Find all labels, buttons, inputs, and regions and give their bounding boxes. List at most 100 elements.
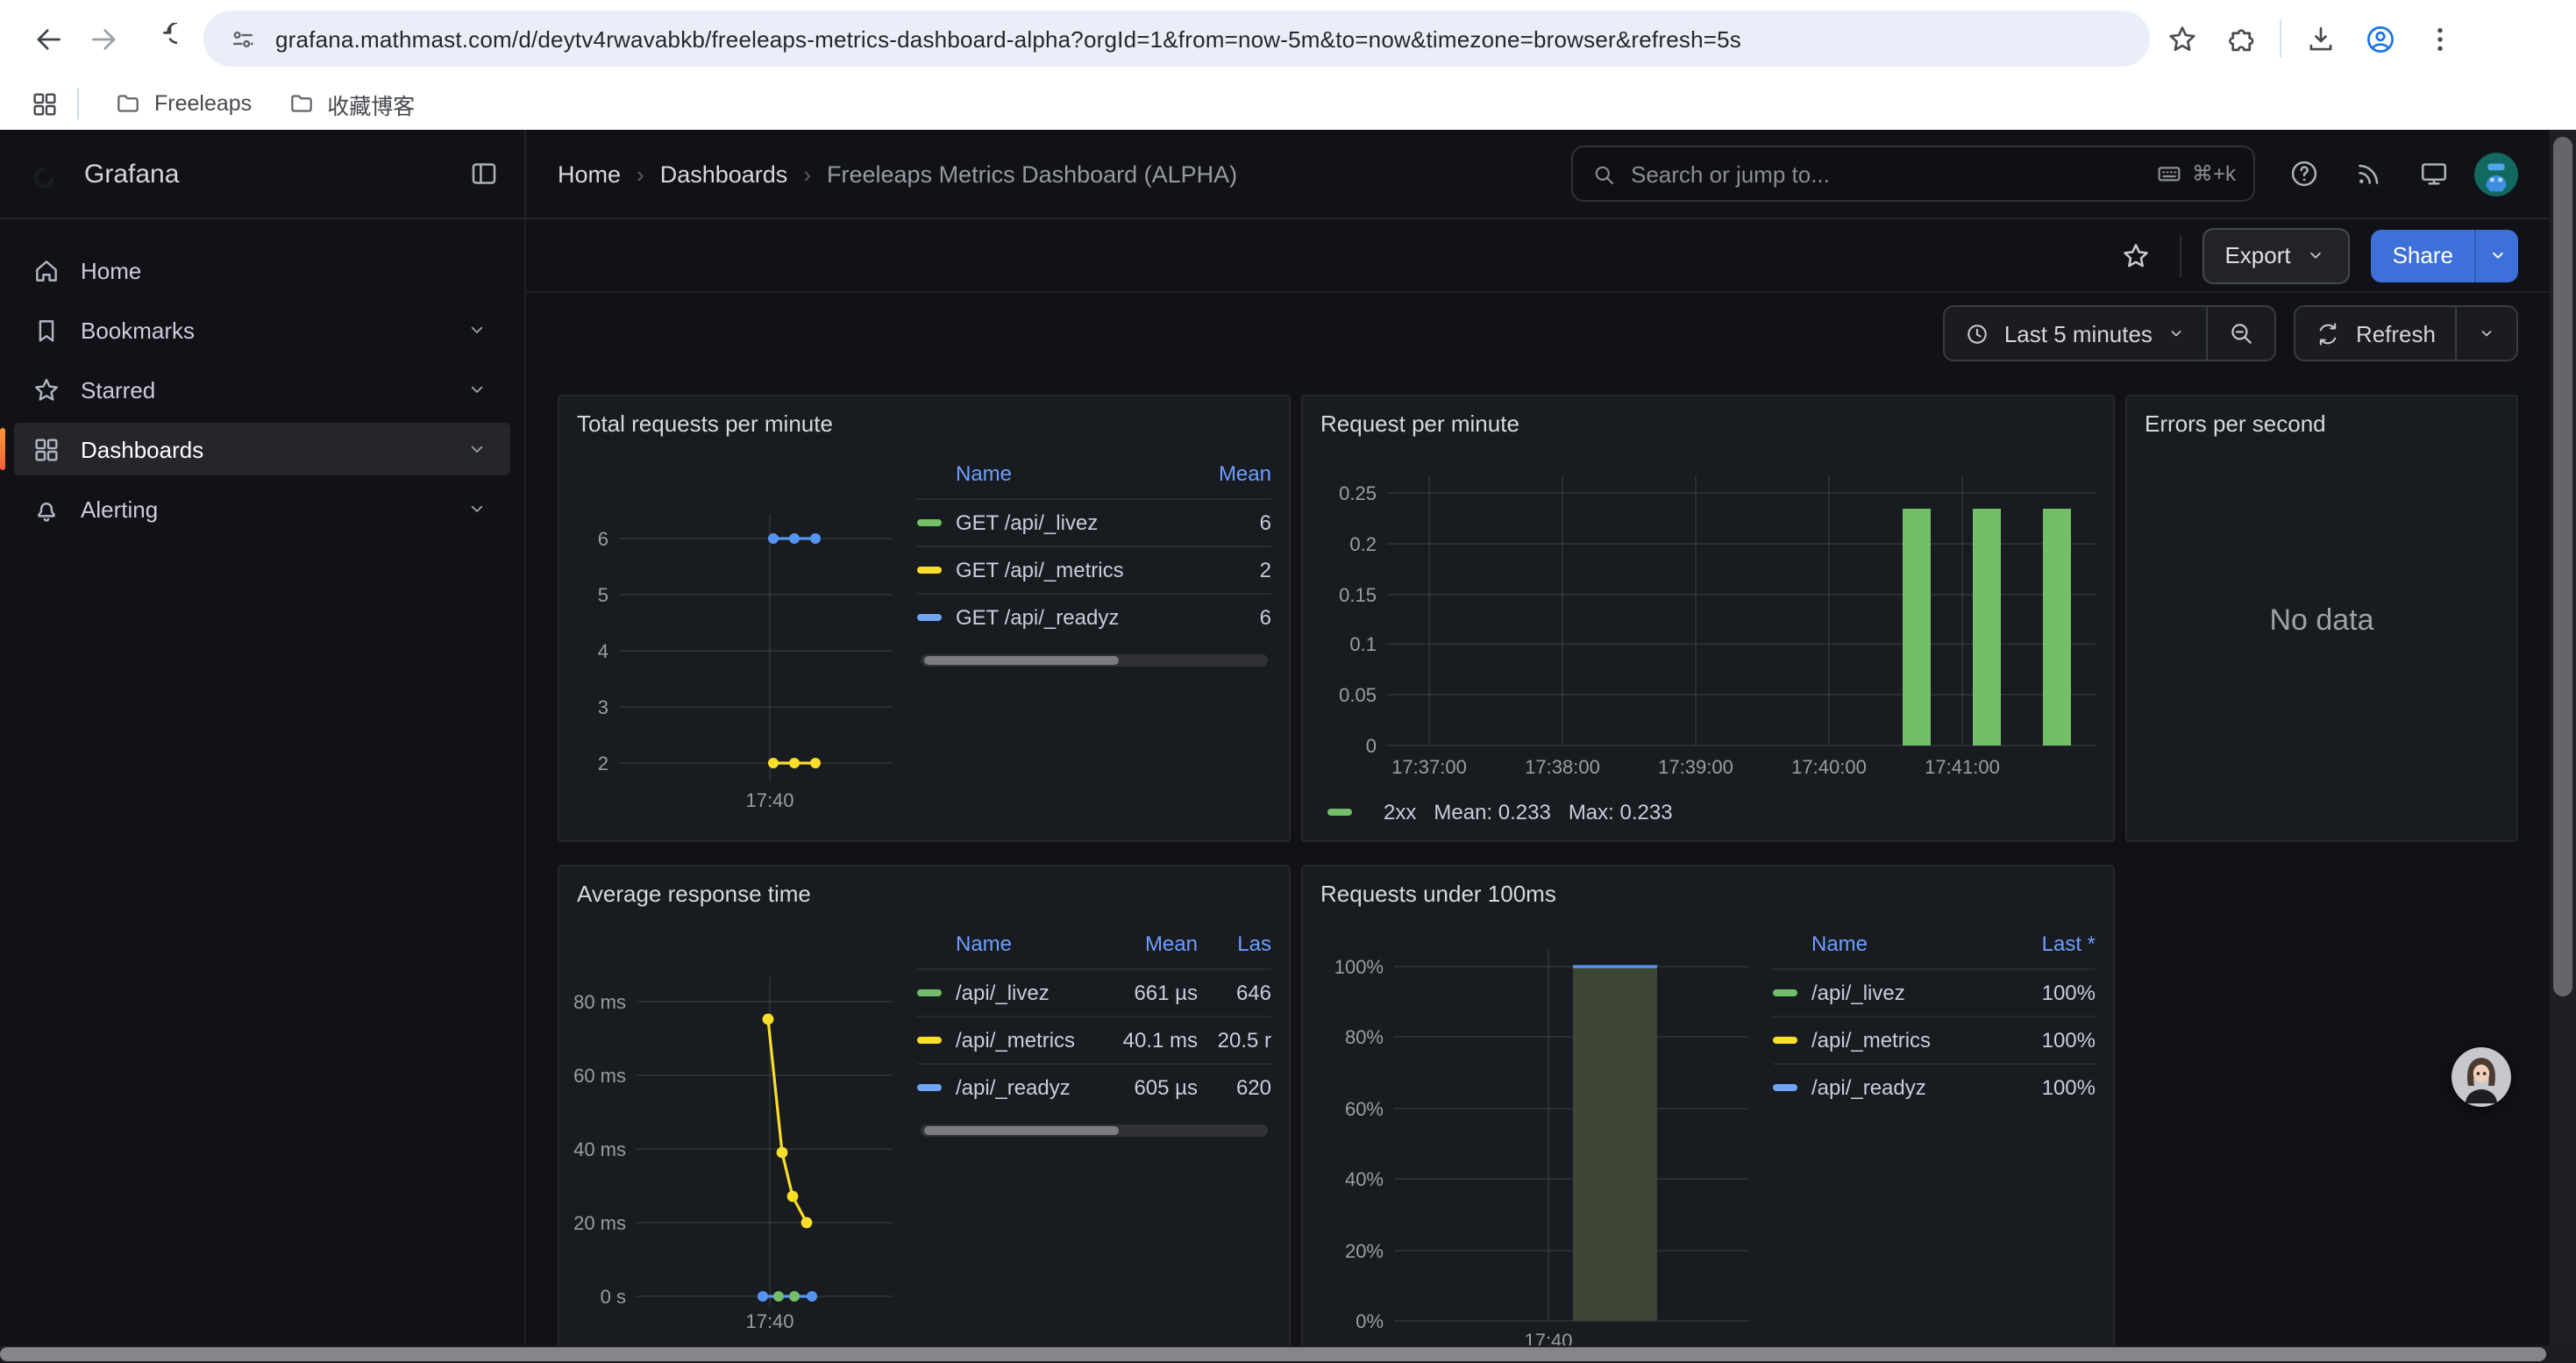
share-button[interactable]: Share xyxy=(2372,229,2518,282)
svg-text:20 ms: 20 ms xyxy=(573,1212,626,1234)
legend-scrollbar[interactable] xyxy=(921,1124,1268,1137)
dashboard-canvas: Total requests per minute 6 5 4 3 xyxy=(526,374,2550,1345)
legend-row[interactable]: /api/_metrics 100% xyxy=(1773,1016,2096,1063)
legend-col-mean[interactable]: Mean xyxy=(1092,931,1198,956)
sidebar-item-alerting[interactable]: Alerting xyxy=(14,482,510,535)
legend-row[interactable]: /api/_readyz 605 µs 620 xyxy=(917,1063,1271,1110)
refresh-interval-dropdown[interactable] xyxy=(2455,307,2516,360)
svg-text:40 ms: 40 ms xyxy=(573,1138,626,1160)
browser-toolbar: grafana.mathmast.com/d/deytv4rwavabkb/fr… xyxy=(0,0,2576,77)
search-input[interactable]: Search or jump to... ⌘+k xyxy=(1571,146,2255,202)
refresh-label: Refresh xyxy=(2356,320,2436,346)
legend-row[interactable]: /api/_metrics 40.1 ms 20.5 r xyxy=(917,1016,1271,1063)
grafana-logo-icon[interactable] xyxy=(25,153,63,195)
series-color-pill xyxy=(1773,1084,1797,1091)
chevron-down-icon[interactable] xyxy=(465,496,489,521)
time-range-picker[interactable]: Last 5 minutes xyxy=(1945,307,2207,360)
legend-series-name[interactable]: 2xx xyxy=(1384,800,1416,824)
reload-button[interactable] xyxy=(133,12,186,65)
puzzle-icon xyxy=(2224,22,2258,55)
bookmark-star-button[interactable] xyxy=(2153,11,2210,67)
star-icon xyxy=(2119,239,2151,271)
legend-scrollbar[interactable] xyxy=(921,654,1268,667)
svg-text:0 s: 0 s xyxy=(601,1286,626,1308)
legend-row[interactable]: /api/_readyz 100% xyxy=(1773,1063,2096,1110)
panel-title[interactable]: Request per minute xyxy=(1303,396,2113,440)
legend-col-last[interactable]: Last * xyxy=(2004,931,2096,956)
legend-row[interactable]: /api/_livez 661 µs 646 xyxy=(917,968,1271,1016)
share-dropdown-button[interactable] xyxy=(2474,229,2518,282)
chevron-down-icon[interactable] xyxy=(465,437,489,461)
apps-grid-button[interactable] xyxy=(21,81,67,126)
sidebar-item-starred[interactable]: Starred xyxy=(14,363,510,416)
scrollbar-thumb[interactable] xyxy=(924,1126,1119,1135)
legend-col-last[interactable]: Las xyxy=(1198,931,1271,956)
legend-row[interactable]: /api/_livez 100% xyxy=(1773,968,2096,1016)
panel-title[interactable]: Average response time xyxy=(559,867,1289,910)
scrollbar-thumb[interactable] xyxy=(0,1347,2546,1361)
vertical-scrollbar[interactable] xyxy=(2550,130,2576,1345)
timeseries-chart[interactable]: 80 ms 60 ms 40 ms 20 ms 0 s xyxy=(573,910,900,1335)
extensions-button[interactable] xyxy=(2213,11,2269,67)
profile-button[interactable] xyxy=(2352,11,2408,67)
sidebar-item-bookmarks[interactable]: Bookmarks xyxy=(14,303,510,356)
panel-title[interactable]: Total requests per minute xyxy=(559,396,1289,440)
sidebar-toggle-icon[interactable] xyxy=(468,158,500,189)
refresh-button[interactable]: Refresh xyxy=(2296,307,2455,360)
legend-row[interactable]: GET /api/_metrics 2 xyxy=(917,546,1271,593)
apps-grid-icon xyxy=(29,89,59,118)
legend-max: Max: 0.233 xyxy=(1569,800,1673,824)
chevron-down-icon xyxy=(2305,244,2328,267)
export-button[interactable]: Export xyxy=(2202,227,2350,283)
back-button[interactable] xyxy=(21,12,74,65)
horizontal-scrollbar[interactable] xyxy=(0,1345,2576,1363)
search-shortcut: ⌘+k xyxy=(2155,160,2236,188)
help-button[interactable] xyxy=(2280,149,2329,198)
bar-chart[interactable]: 0.25 0.2 0.15 0.1 0.05 0 17:37:00 17: xyxy=(1317,440,2103,777)
breadcrumb-separator: › xyxy=(637,161,644,187)
chevron-down-icon xyxy=(2476,323,2497,344)
bookmark-folder-blogs[interactable]: 收藏博客 xyxy=(269,82,432,125)
panel-request-per-minute: Request per minute 0.25 0.2 xyxy=(1301,395,2115,842)
forward-button[interactable] xyxy=(77,12,130,65)
sidebar-item-dashboards[interactable]: Dashboards xyxy=(14,423,510,475)
scrollbar-thumb[interactable] xyxy=(2553,137,2572,996)
site-settings-icon[interactable] xyxy=(228,24,258,54)
legend-row[interactable]: GET /api/_readyz 6 xyxy=(917,593,1271,640)
downloads-button[interactable] xyxy=(2292,11,2348,67)
news-button[interactable] xyxy=(2345,149,2394,198)
legend-col-name[interactable]: Name xyxy=(1811,931,2004,956)
breadcrumb-dashboards[interactable]: Dashboards xyxy=(660,161,788,187)
svg-text:0.05: 0.05 xyxy=(1339,684,1377,706)
legend-col-name[interactable]: Name xyxy=(956,931,1092,956)
assistant-avatar[interactable] xyxy=(2451,1047,2511,1107)
chevron-down-icon[interactable] xyxy=(465,318,489,342)
panel-title[interactable]: Errors per second xyxy=(2127,396,2516,440)
svg-text:17:39:00: 17:39:00 xyxy=(1658,756,1733,777)
back-arrow-icon xyxy=(31,22,64,55)
user-avatar[interactable] xyxy=(2474,152,2518,196)
bookmark-icon xyxy=(32,315,61,345)
area-chart[interactable]: 100% 80% 60% 40% 20% 0% 17:40 xyxy=(1317,910,1755,1345)
scrollbar-thumb[interactable] xyxy=(924,656,1119,665)
legend-col-name[interactable]: Name xyxy=(956,461,1180,486)
browser-menu-button[interactable] xyxy=(2411,11,2467,67)
bookmark-folder-label: 收藏博客 xyxy=(327,87,415,120)
topbar-brand-section: Grafana xyxy=(0,130,526,218)
share-label[interactable]: Share xyxy=(2372,229,2474,282)
sidebar-item-home[interactable]: Home xyxy=(14,244,510,296)
timeseries-chart[interactable]: 6 5 4 3 2 17:40 xyxy=(573,440,900,819)
breadcrumb-home[interactable]: Home xyxy=(558,161,621,187)
favorite-dashboard-button[interactable] xyxy=(2112,232,2158,278)
kiosk-mode-button[interactable] xyxy=(2409,149,2459,198)
legend-col-mean[interactable]: Mean xyxy=(1180,461,1271,486)
address-bar[interactable]: grafana.mathmast.com/d/deytv4rwavabkb/fr… xyxy=(203,11,2150,67)
bookmark-folder-freeleaps[interactable]: Freeleaps xyxy=(96,82,269,125)
chevron-down-icon[interactable] xyxy=(465,377,489,402)
legend-row[interactable]: GET /api/_livez 6 xyxy=(917,498,1271,546)
url-text[interactable]: grafana.mathmast.com/d/deytv4rwavabkb/fr… xyxy=(275,25,1741,52)
zoom-out-button[interactable] xyxy=(2207,307,2275,360)
reload-icon xyxy=(143,22,176,55)
screen: grafana.mathmast.com/d/deytv4rwavabkb/fr… xyxy=(0,0,2576,1363)
panel-title[interactable]: Requests under 100ms xyxy=(1303,867,2113,910)
